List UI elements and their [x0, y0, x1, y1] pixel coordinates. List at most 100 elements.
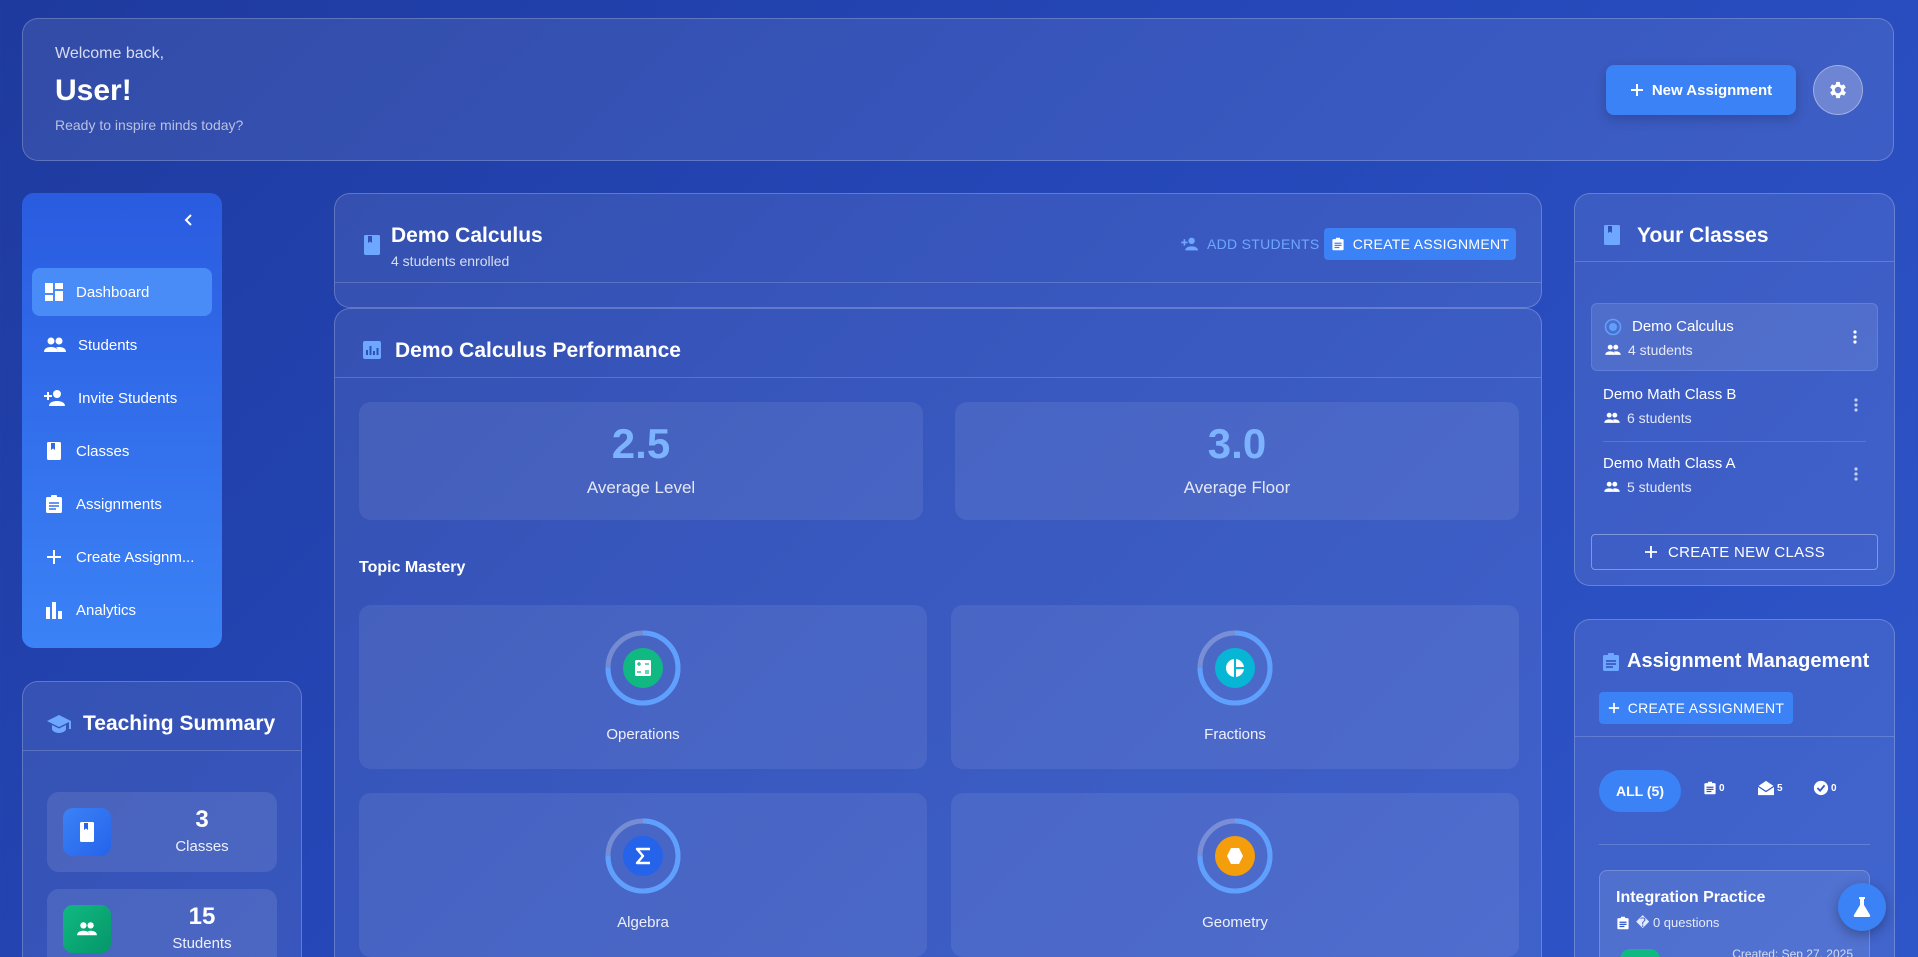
calculator-icon — [635, 660, 651, 676]
people-icon — [1604, 412, 1620, 423]
more-vert-icon[interactable] — [1854, 398, 1858, 412]
topic-progress-ring — [1197, 630, 1273, 706]
class-count-text: 4 students — [1628, 342, 1693, 358]
filter-count: 0 — [1719, 782, 1725, 794]
sidebar-item-label: Classes — [76, 442, 130, 460]
create-assignment-button[interactable]: CREATE ASSIGNMENT — [1324, 228, 1516, 260]
lab-action-button[interactable] — [1838, 883, 1886, 931]
stat-label: Students — [172, 935, 232, 952]
plus-icon — [1630, 84, 1643, 96]
class-student-count: 4 students — [1604, 342, 1693, 358]
filter-completed-chip[interactable]: 0 — [1813, 780, 1837, 796]
summary-title-text: Teaching Summary — [83, 712, 276, 735]
topic-progress-ring — [605, 818, 681, 894]
filter-published-chip[interactable]: 5 — [1757, 780, 1783, 796]
class-header-card: Demo Calculus 4 students enrolled ADD ST… — [334, 193, 1542, 308]
class-list-item[interactable]: Demo Math Class A 5 students — [1591, 441, 1878, 509]
people-icon — [44, 337, 66, 352]
welcome-text: Welcome back, — [55, 45, 165, 62]
topic-label: Fractions — [1204, 726, 1266, 743]
tagline: Ready to inspire minds today? — [55, 117, 244, 133]
your-classes-panel: Your Classes Demo Calculus 4 students De… — [1574, 193, 1895, 586]
filter-count: 0 — [1831, 782, 1837, 794]
topic-card-algebra[interactable]: Algebra — [359, 793, 927, 957]
class-list-item[interactable]: Demo Math Class B 6 students — [1591, 372, 1878, 440]
sidebar-item-classes[interactable]: Classes — [32, 427, 212, 475]
new-assignment-button[interactable]: New Assignment — [1606, 65, 1796, 115]
radio-selected-icon — [1604, 318, 1622, 336]
filter-draft-chip[interactable]: 0 — [1703, 780, 1725, 796]
sidebar-item-assignments[interactable]: Assignments — [32, 480, 212, 528]
metric-average-level: 2.5 Average Level — [359, 402, 923, 520]
teaching-summary-panel: Teaching Summary 3 Classes 15 Students — [22, 681, 302, 957]
book-icon — [63, 808, 111, 856]
stat-label: Classes — [175, 838, 229, 855]
more-vert-icon[interactable] — [1854, 467, 1858, 481]
topic-label: Operations — [606, 726, 680, 743]
dashboard-icon — [45, 283, 63, 301]
assignment-icon — [1617, 916, 1629, 930]
topic-label: Algebra — [617, 914, 669, 931]
graduation-cap-icon — [47, 715, 71, 733]
sidebar-item-invite-students[interactable]: Invite Students — [32, 374, 212, 422]
people-icon — [1605, 344, 1621, 355]
plus-icon — [1608, 702, 1619, 714]
questions-text: � 0 questions — [1636, 915, 1720, 930]
sidebar-item-label: Assignments — [76, 495, 162, 513]
topic-progress-ring — [1197, 818, 1273, 894]
class-name: Demo Math Class B — [1603, 386, 1737, 403]
assignment-icon — [46, 495, 62, 513]
people-icon — [1604, 481, 1620, 492]
class-count-text: 5 students — [1627, 479, 1692, 495]
class-title: Demo Calculus — [391, 224, 543, 247]
sidebar-item-dashboard[interactable]: Dashboard — [32, 268, 212, 316]
teaching-summary-title: Teaching Summary — [47, 712, 275, 736]
chevron-left-icon[interactable] — [182, 213, 196, 227]
settings-button[interactable] — [1813, 65, 1863, 115]
topic-card-geometry[interactable]: Geometry — [951, 793, 1519, 957]
create-new-class-button[interactable]: CREATE NEW CLASS — [1591, 534, 1878, 570]
person-add-icon — [44, 390, 65, 406]
assignment-icon — [1704, 781, 1716, 795]
status-badge — [1620, 949, 1660, 957]
create-assignment-button[interactable]: CREATE ASSIGNMENT — [1599, 692, 1793, 724]
people-icon — [63, 905, 111, 953]
plus-icon — [1644, 546, 1657, 558]
add-students-button[interactable]: ADD STUDENTS — [1181, 236, 1320, 252]
book-icon — [364, 235, 380, 255]
sidebar-item-create-assignment[interactable]: Create Assignm... — [32, 533, 212, 581]
divider — [1575, 261, 1894, 262]
more-vert-icon[interactable] — [1853, 330, 1857, 344]
flask-icon — [1853, 897, 1871, 917]
filter-count: 5 — [1777, 782, 1783, 794]
assignment-card[interactable]: Integration Practice � 0 questions Creat… — [1599, 870, 1870, 957]
class-name: Demo Calculus — [1632, 318, 1734, 335]
topic-card-fractions[interactable]: Fractions — [951, 605, 1519, 769]
sidebar-item-students[interactable]: Students — [32, 321, 212, 369]
class-student-count: 5 students — [1603, 479, 1692, 495]
filter-all-chip[interactable]: ALL (5) — [1599, 770, 1681, 812]
class-name: Demo Math Class A — [1603, 455, 1736, 472]
metric-average-floor: 3.0 Average Floor — [955, 402, 1519, 520]
pie-chart-icon — [1226, 659, 1244, 677]
stat-value: 15 — [188, 903, 216, 930]
topic-card-operations[interactable]: Operations — [359, 605, 927, 769]
divider — [1599, 844, 1870, 845]
sidebar-item-analytics[interactable]: Analytics — [32, 586, 212, 634]
your-classes-title: Your Classes — [1637, 224, 1769, 247]
plus-icon — [47, 550, 61, 564]
class-list-item[interactable]: Demo Calculus 4 students — [1591, 303, 1878, 371]
gear-icon — [1830, 81, 1846, 99]
divider — [1575, 736, 1894, 737]
assignment-title-text: Assignment Management — [1627, 650, 1870, 672]
class-student-count: 6 students — [1603, 410, 1692, 426]
class-count-text: 6 students — [1627, 410, 1692, 426]
topic-label: Geometry — [1202, 914, 1268, 931]
create-assignment-label: CREATE ASSIGNMENT — [1352, 236, 1510, 252]
sidebar-item-label: Create Assignm... — [76, 548, 195, 566]
metric-value: 2.5 — [611, 420, 671, 467]
class-enrollment: 4 students enrolled — [391, 253, 510, 269]
assignment-question-count: � 0 questions — [1616, 915, 1719, 931]
book-icon — [47, 442, 61, 460]
new-assignment-label: New Assignment — [1651, 81, 1773, 99]
